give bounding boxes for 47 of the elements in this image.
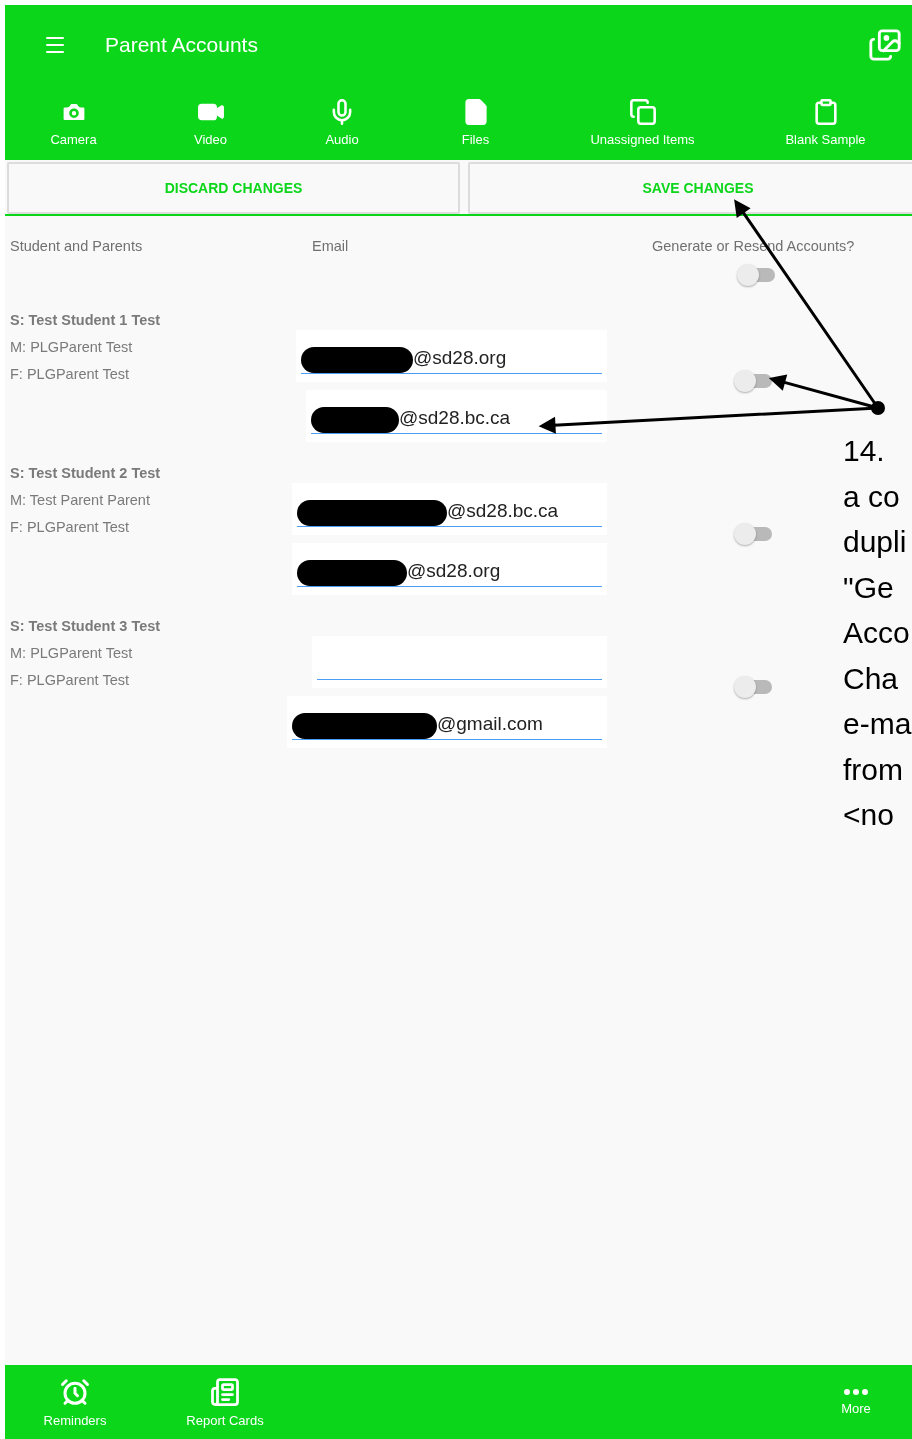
annotation-line: "Ge [843,569,895,606]
toolbar-button[interactable]: Video [142,85,279,160]
student-name: S: Test Student 1 Test [10,312,162,328]
more-icon [844,1388,868,1395]
father-name: F: PLGParent Test [10,672,130,688]
email-field[interactable]: @sd28.org [292,543,607,595]
annotation-line: 14. [843,433,886,469]
annotation-line: Acco [843,615,911,651]
nav-tab[interactable]: More [800,1365,912,1439]
annotation-line: dupli [843,524,908,560]
nav-tab[interactable]: Report Cards [145,1365,305,1439]
toolbar-button[interactable]: Blank Sample [739,85,912,160]
toggle-switch[interactable] [737,264,775,286]
email-field[interactable] [312,636,607,688]
mother-name: M: Test Parent Parent [10,492,151,508]
toolbar-button[interactable]: Files [405,85,546,160]
toggle-switch[interactable] [734,369,772,392]
annotation-line: <no [843,797,895,833]
save-button[interactable]: SAVE CHANGES [468,162,912,214]
report-card-icon [210,1376,240,1407]
student-name: S: Test Student 2 Test [10,465,162,481]
column-header: Student and Parents [10,238,144,254]
nav-tab[interactable]: Reminders [5,1365,145,1439]
annotation-line: e-ma [843,706,912,742]
father-name: F: PLGParent Test [10,366,130,382]
toolbar-button[interactable]: Camera [5,85,142,160]
email-field[interactable]: @sd28.org [296,330,607,382]
toggle-switch[interactable] [734,522,772,545]
stacked-squares-icon [628,98,657,126]
toolbar-button[interactable]: Audio [279,85,405,160]
column-header: Email [312,238,350,254]
student-name: S: Test Student 3 Test [10,618,162,634]
alarm-clock-icon [60,1376,90,1407]
toolbar-button[interactable]: Unassigned Items [546,85,739,160]
mother-name: M: PLGParent Test [10,645,134,661]
screen-title: Parent Accounts [105,33,259,57]
email-field[interactable]: @sd28.bc.ca [306,390,607,442]
mother-name: M: PLGParent Test [10,339,134,355]
gallery-icon[interactable] [868,28,902,62]
annotation-line: from [843,751,904,788]
toggle-switch[interactable] [734,675,772,698]
annotation-line: a co [843,478,901,515]
annotation-line: Cha [843,660,900,697]
email-field[interactable]: @sd28.bc.ca [292,483,607,535]
email-field[interactable]: @gmail.com [287,696,607,748]
discard-button[interactable]: DISCARD CHANGES [7,162,460,214]
father-name: F: PLGParent Test [10,519,130,535]
